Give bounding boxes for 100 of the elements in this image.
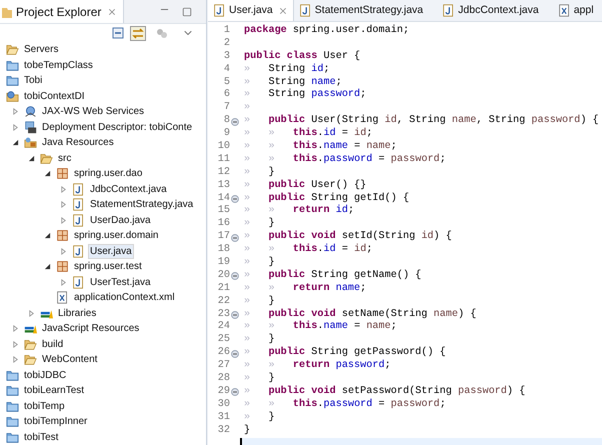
- collapsed-arrow-icon[interactable]: [12, 356, 19, 364]
- java-file-icon: [442, 4, 456, 17]
- expanded-arrow-icon[interactable]: [12, 139, 19, 146]
- tree-item[interactable]: tobiTemp: [22, 398, 67, 414]
- tree-item[interactable]: spring.user.domain: [72, 228, 160, 244]
- tree-item[interactable]: JAX-WS Web Services: [40, 104, 146, 120]
- tab-mark: »: [244, 128, 250, 140]
- tree-item[interactable]: Servers: [22, 42, 60, 58]
- line-number: 30: [216, 398, 230, 412]
- tree-item[interactable]: Java Resources: [40, 135, 116, 150]
- tree-item[interactable]: Libraries: [56, 306, 98, 321]
- tree-item[interactable]: Tobi: [22, 73, 44, 88]
- tree-item[interactable]: UserTest.java: [88, 274, 153, 290]
- collapsed-arrow-icon[interactable]: [12, 124, 19, 131]
- tree-item[interactable]: tobiJDBC: [22, 368, 68, 383]
- collapsed-arrow-icon[interactable]: [60, 216, 67, 224]
- fold-icon[interactable]: [231, 272, 239, 280]
- expanded-arrow-icon[interactable]: [44, 263, 51, 270]
- line-number: 6: [222, 89, 230, 102]
- editor-tab[interactable]: User.java: [208, 0, 294, 21]
- line-number: 29: [216, 386, 230, 399]
- tab-mark: »: [268, 141, 275, 152]
- maximize-icon[interactable]: [182, 6, 192, 16]
- close-icon[interactable]: [278, 6, 288, 16]
- line-number: 12: [216, 166, 230, 180]
- expanded-arrow-icon[interactable]: [44, 170, 51, 178]
- collapsed-arrow-icon[interactable]: [60, 186, 67, 193]
- fold-icon[interactable]: [231, 311, 239, 320]
- link-editor-icon[interactable]: [130, 26, 146, 40]
- view-tab[interactable]: Project Explorer: [0, 0, 124, 23]
- line-number: 9: [222, 128, 230, 141]
- tree-item[interactable]: User.java: [88, 244, 134, 259]
- tree-item[interactable]: WebContent: [40, 352, 100, 368]
- line-number: 24: [216, 321, 230, 334]
- tree-item[interactable]: tobiContextDI: [22, 88, 87, 104]
- folder-icon: [6, 400, 19, 413]
- collapse-all-icon[interactable]: [112, 27, 124, 39]
- tab-mark: »: [268, 360, 275, 372]
- tree-item[interactable]: tobiTempInner: [22, 414, 90, 430]
- tree-item[interactable]: tobeTempClass: [22, 58, 95, 73]
- tree-item[interactable]: tobiTest: [22, 430, 60, 445]
- editor-tab[interactable]: StatementStrategy.java: [294, 0, 438, 21]
- collapsed-arrow-icon[interactable]: [28, 310, 35, 317]
- editor-tab[interactable]: JdbcContext.java: [437, 0, 553, 21]
- java-file-icon: [72, 198, 85, 212]
- tree-item[interactable]: applicationContext.xml: [72, 290, 177, 306]
- fold-icon[interactable]: [231, 118, 239, 126]
- tab-mark: »: [244, 412, 250, 423]
- tree-item[interactable]: JavaScript Resources: [40, 321, 142, 336]
- line-number: 2: [222, 38, 230, 51]
- editor-tab[interactable]: appl: [552, 0, 602, 21]
- code-line: this.name = name;: [292, 141, 397, 154]
- line-number: 25: [216, 334, 230, 347]
- tab-mark: »: [244, 308, 250, 320]
- java-file-icon: [72, 182, 85, 196]
- collapsed-arrow-icon[interactable]: [12, 340, 19, 348]
- collapsed-arrow-icon[interactable]: [60, 201, 67, 208]
- code-line: public User() {}: [268, 180, 366, 192]
- tree-item[interactable]: UserDao.java: [88, 212, 153, 228]
- tab-mark: »: [244, 218, 250, 230]
- tab-mark: »: [244, 115, 250, 126]
- fold-icon[interactable]: [231, 195, 239, 204]
- folder-icon: [2, 6, 12, 18]
- folder-icon: [6, 58, 19, 72]
- code-line: this.id = id;: [292, 128, 372, 140]
- collapsed-arrow-icon[interactable]: [60, 278, 67, 286]
- code-line: public void setPassword(String password) {: [268, 386, 526, 398]
- tab-mark: »: [244, 334, 250, 346]
- collapsed-arrow-icon[interactable]: [60, 248, 67, 255]
- tree-item[interactable]: tobiLearnTest: [22, 383, 86, 398]
- tree-item[interactable]: src: [56, 150, 74, 166]
- tree-item[interactable]: StatementStrategy.java: [88, 197, 196, 212]
- line-number: 14: [216, 192, 230, 205]
- code-line: }: [268, 334, 275, 346]
- code-line: public void setName(String name) {: [268, 308, 476, 320]
- tree-item[interactable]: Deployment Descriptor: tobiConte: [40, 120, 194, 135]
- close-icon[interactable]: [107, 6, 118, 16]
- java-file-icon: [72, 244, 85, 258]
- code-line: String name;: [268, 76, 342, 88]
- tab-mark: »: [244, 76, 250, 88]
- folder-icon: [6, 415, 19, 428]
- line-number: 31: [216, 412, 230, 425]
- open-folder-icon: [40, 152, 53, 165]
- collapsed-arrow-icon[interactable]: [12, 108, 19, 116]
- tab-mark: »: [244, 296, 250, 307]
- code-line: this.name = name;: [292, 321, 397, 334]
- tab-mark: »: [244, 141, 250, 152]
- expanded-arrow-icon[interactable]: [44, 232, 51, 240]
- tab-mark: »: [244, 386, 250, 397]
- tab-mark: »: [268, 321, 275, 332]
- collapsed-arrow-icon[interactable]: [12, 325, 19, 332]
- tree-item[interactable]: spring.user.test: [72, 259, 144, 274]
- expanded-arrow-icon[interactable]: [28, 154, 35, 162]
- fold-icon[interactable]: [231, 234, 239, 242]
- fold-icon[interactable]: [231, 350, 239, 358]
- tree-item[interactable]: JdbcContext.java: [88, 182, 169, 197]
- tree-item[interactable]: spring.user.dao: [72, 166, 144, 182]
- tree-item[interactable]: build: [40, 336, 66, 352]
- fold-icon[interactable]: [231, 388, 239, 396]
- code-line: package spring.user.domain;: [244, 25, 410, 38]
